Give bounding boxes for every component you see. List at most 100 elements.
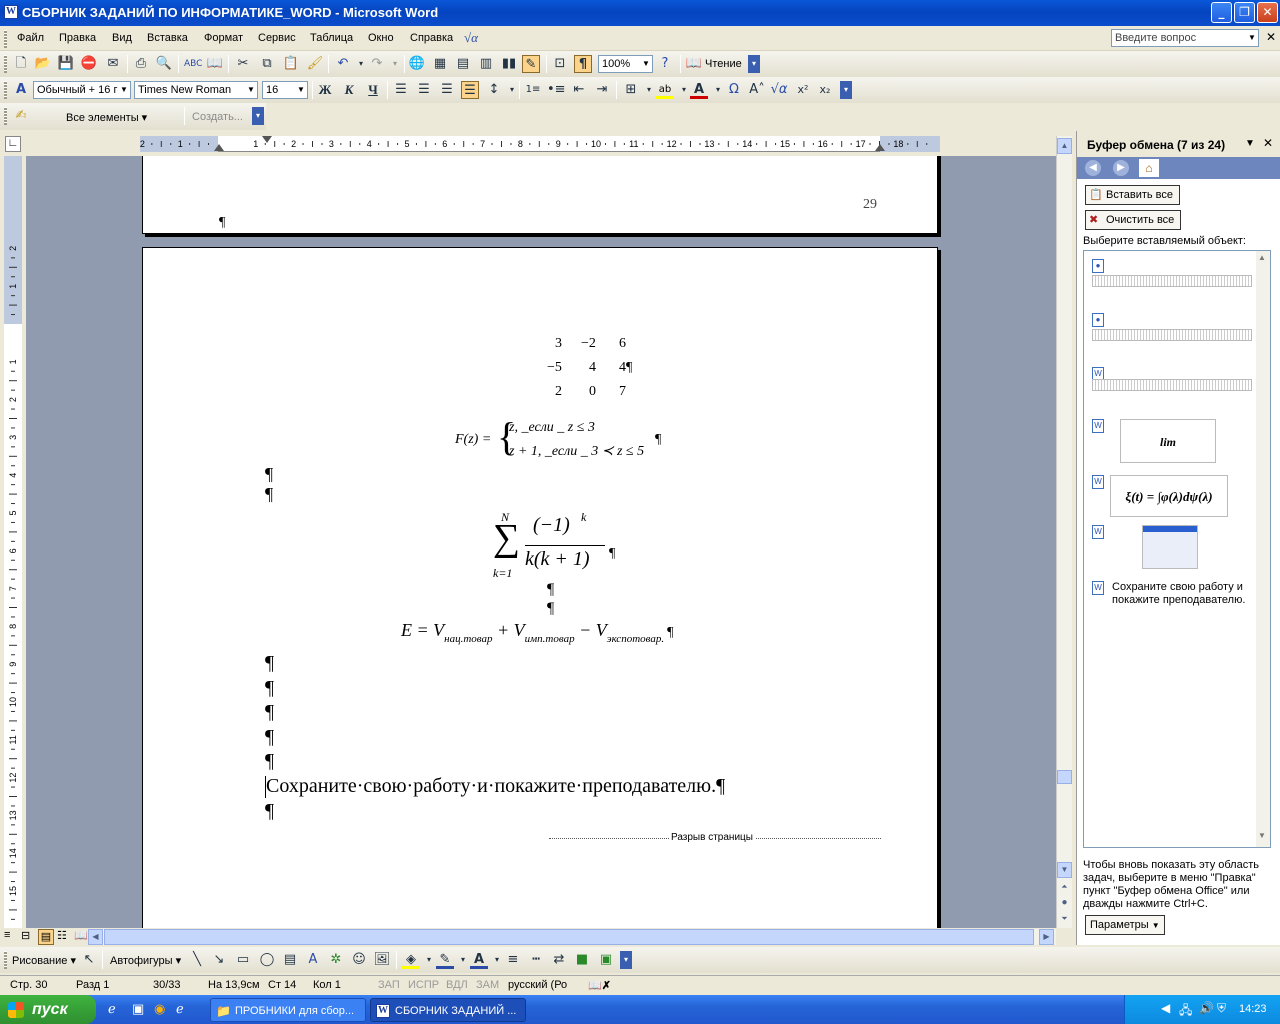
minimize-button[interactable]: _ xyxy=(1211,2,1232,23)
align-left-icon[interactable]: ☰ xyxy=(392,81,410,99)
right-indent-marker[interactable] xyxy=(875,144,885,151)
email-icon[interactable]: ✉ xyxy=(104,55,122,73)
matrix-equation[interactable]: 3 −2 6 −5 4 4¶ 2 0 7 xyxy=(543,336,643,408)
clipboard-item-limit[interactable]: W lim xyxy=(1092,419,1264,465)
quicklaunch-ie-icon[interactable]: ℯ xyxy=(108,1001,116,1017)
status-extend[interactable]: ВДЛ xyxy=(446,979,468,991)
increase-indent-icon[interactable]: ⇥ xyxy=(593,81,611,99)
status-record-macro[interactable]: ЗАП xyxy=(378,979,400,991)
clipboard-item-screenshot[interactable]: W xyxy=(1092,525,1264,571)
style-select[interactable]: Обычный + 16 г ▼ xyxy=(33,81,131,99)
tray-network-icon[interactable]: 🖧 xyxy=(1179,1001,1192,1022)
close-taskpane-icon[interactable]: ✕ xyxy=(1263,136,1273,150)
quicklaunch-desktop-icon[interactable]: ▣ xyxy=(132,1001,144,1017)
dash-style-icon[interactable]: ┅ xyxy=(527,951,545,969)
left-indent-marker[interactable] xyxy=(214,144,224,151)
numbering-icon[interactable]: 1≡ xyxy=(524,81,542,99)
borders-icon[interactable]: ⊞ xyxy=(622,81,640,99)
menu-insert[interactable]: Вставка xyxy=(147,32,188,44)
quicklaunch-media-icon[interactable]: ◉ xyxy=(154,1001,165,1017)
wordart-icon[interactable]: A xyxy=(304,951,322,969)
arrow-icon[interactable]: ↘ xyxy=(210,951,228,969)
oval-icon[interactable]: ◯ xyxy=(258,951,276,969)
close-button[interactable]: ✕ xyxy=(1257,2,1278,23)
taskbar-item-word[interactable]: W СБОРНИК ЗАДАНИЙ ... xyxy=(370,998,526,1022)
clipboard-items-list[interactable]: ▲ ▼ ● ● W W lim W ξ(t) = ∫φ(λ)dψ(λ) W W xyxy=(1083,250,1271,848)
reading-view-icon[interactable]: 📖 xyxy=(74,929,88,942)
clock[interactable]: 14:23 xyxy=(1239,1003,1267,1015)
picture-icon[interactable]: 🖼 xyxy=(373,951,391,969)
font-color-icon[interactable]: A xyxy=(690,81,708,99)
help-question-input[interactable]: Введите вопрос ▼ xyxy=(1111,29,1259,47)
tab-stop-selector[interactable]: ∟ xyxy=(5,136,21,152)
tables-borders-icon[interactable]: ▦ xyxy=(431,55,449,73)
piecewise-equation[interactable]: F(z) = { z, _если _ z ≤ 3 z + 1, _если _… xyxy=(455,414,675,464)
scroll-thumb[interactable] xyxy=(1057,770,1072,784)
create-style-button[interactable]: Создать... xyxy=(192,111,243,123)
show-hide-pilcrow-icon[interactable]: ¶ xyxy=(574,55,592,73)
scroll-thumb-horizontal[interactable] xyxy=(104,929,1034,945)
new-document-icon[interactable]: 🗋 xyxy=(12,55,30,73)
clipart-icon[interactable]: ☺ xyxy=(350,951,368,969)
browse-object-icon[interactable]: ● xyxy=(1057,896,1072,912)
chevron-down-icon[interactable]: ▼ xyxy=(118,82,130,98)
draw-menu-button[interactable]: Рисование ▾ xyxy=(12,954,76,967)
scroll-down-icon[interactable]: ▼ xyxy=(1057,862,1072,878)
bullets-icon[interactable]: •≡ xyxy=(547,81,566,99)
print-icon[interactable]: ⎙ xyxy=(132,55,150,73)
3d-icon[interactable]: ▣ xyxy=(597,951,615,969)
insert-table-icon[interactable]: ▤ xyxy=(454,55,472,73)
spelling-status-icon[interactable]: 📖✗ xyxy=(588,979,611,992)
superscript-icon[interactable]: x² xyxy=(794,81,812,99)
redo-dropdown-icon[interactable]: ▾ xyxy=(386,55,404,73)
vertical-scrollbar[interactable]: ▲ ▼ ⏶ ● ⏷ xyxy=(1056,136,1072,928)
italic-icon[interactable]: К xyxy=(340,81,358,99)
status-overtype[interactable]: ЗАМ xyxy=(476,979,499,991)
bold-icon[interactable]: Ж xyxy=(316,81,334,99)
back-arrow-icon[interactable]: ◀ xyxy=(1085,160,1101,176)
paste-icon[interactable]: 📋 xyxy=(282,55,300,73)
align-right-icon[interactable]: ☰ xyxy=(438,81,456,99)
horizontal-ruler[interactable]: 2 1 1 2 3 4 5 6 7 8 9 10 11 12 13 14 15 16 17 18 xyxy=(140,136,940,152)
line-spacing-icon[interactable]: ↕ xyxy=(485,81,503,99)
maximize-button[interactable]: ❐ xyxy=(1234,2,1255,23)
diagram-icon[interactable]: ✲ xyxy=(327,951,345,969)
clear-all-button[interactable]: ✖ Очистить все xyxy=(1085,210,1182,230)
line-style-icon[interactable]: ≡ xyxy=(504,951,522,969)
toolbar-grip[interactable] xyxy=(4,951,7,969)
close-document-icon[interactable]: ✕ xyxy=(1266,30,1276,44)
menu-file[interactable]: Файл xyxy=(17,32,44,44)
arrow-style-icon[interactable]: ⇄ xyxy=(550,951,568,969)
web-view-icon[interactable]: ⊟ xyxy=(21,929,30,942)
insert-excel-icon[interactable]: ▥ xyxy=(477,55,495,73)
toolbar-options-icon[interactable]: ▾ xyxy=(620,951,632,969)
home-icon[interactable]: ⌂ xyxy=(1139,159,1159,177)
menu-help[interactable]: Справка xyxy=(410,32,453,44)
vertical-ruler[interactable]: 2 1 1 2 3 4 5 6 7 8 9 10 11 12 13 14 15 xyxy=(4,156,22,928)
start-button[interactable]: пуск xyxy=(0,995,96,1024)
chevron-down-icon[interactable]: ▼ xyxy=(295,82,307,98)
toolbar-options-icon[interactable]: ▾ xyxy=(748,55,760,73)
menu-format[interactable]: Формат xyxy=(204,32,243,44)
word-app-icon[interactable]: W xyxy=(4,5,18,19)
chevron-down-icon[interactable]: ▼ xyxy=(245,82,257,98)
all-elements-button[interactable]: Все элементы ▾ xyxy=(66,111,147,124)
copy-icon[interactable]: ⧉ xyxy=(258,55,276,73)
reading-layout-icon[interactable]: 📖 xyxy=(685,55,703,73)
chevron-down-icon[interactable]: ▼ xyxy=(640,56,652,72)
toolbar-grip[interactable] xyxy=(4,55,7,73)
draw-font-color-icon[interactable]: A xyxy=(470,951,488,969)
first-line-indent-marker[interactable] xyxy=(262,136,272,143)
status-language[interactable]: русский (Ро xyxy=(508,979,567,991)
horizontal-scrollbar[interactable]: ◀ ▶ xyxy=(88,929,1056,945)
font-select[interactable]: Times New Roman ▼ xyxy=(134,81,258,99)
tray-volume-icon[interactable]: 🔊 xyxy=(1199,1001,1214,1015)
drawing-icon[interactable]: ✎ xyxy=(522,55,540,73)
equation-editor-icon[interactable]: √α xyxy=(770,81,788,99)
grow-font-icon[interactable]: A˄ xyxy=(748,81,766,99)
line-icon[interactable]: ╲ xyxy=(188,951,206,969)
symbol-omega-icon[interactable]: Ω xyxy=(725,81,743,99)
font-size-select[interactable]: 16 ▼ xyxy=(262,81,308,99)
format-painter-icon[interactable]: 🖌 xyxy=(306,55,324,73)
chevron-down-icon[interactable]: ▼ xyxy=(1245,138,1255,149)
